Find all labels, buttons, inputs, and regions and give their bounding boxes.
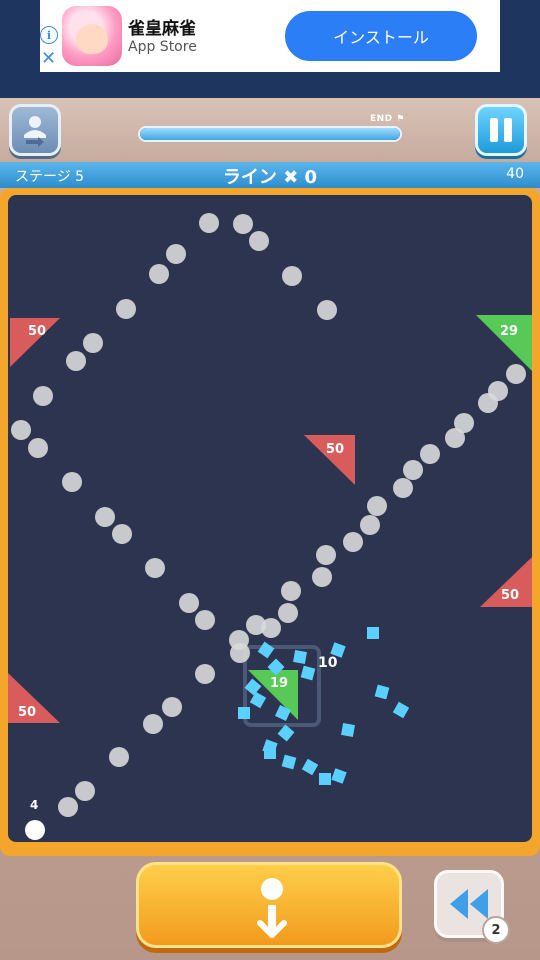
ball	[261, 618, 281, 638]
ball	[316, 545, 336, 565]
ball	[179, 593, 199, 613]
drop-ball-icon	[257, 878, 287, 938]
hit-particle	[244, 678, 262, 696]
hit-particle	[341, 723, 355, 737]
ball	[312, 567, 332, 587]
ball	[145, 558, 165, 578]
rewind-icon	[450, 889, 488, 919]
drop-ball-button[interactable]	[136, 862, 402, 948]
block-right-mid: 50	[480, 557, 532, 607]
hit-particle	[293, 650, 307, 664]
progress-end-label: END ⚑	[370, 114, 405, 124]
block-right-top-value: 29	[500, 324, 518, 339]
ball	[420, 444, 440, 464]
launcher-ball	[25, 820, 45, 840]
ball	[281, 581, 301, 601]
block-right-mid-value: 50	[501, 588, 519, 603]
rewind-count-badge: 2	[482, 916, 510, 944]
ball	[454, 413, 474, 433]
hit-particle	[300, 665, 316, 681]
ball	[62, 472, 82, 492]
block-center-value: 50	[326, 442, 344, 457]
ball	[488, 381, 508, 401]
game-board[interactable]: 50 29 50 50 50 19 10 4	[8, 195, 532, 842]
block-center-green-value: 19	[270, 676, 288, 691]
block-left-bottom: 50	[8, 673, 60, 723]
pause-icon	[490, 118, 498, 142]
score-value: 40	[506, 166, 524, 182]
ball	[393, 478, 413, 498]
stage-progress-bar	[138, 126, 402, 142]
ball	[149, 264, 169, 284]
stage-progress-fill	[140, 128, 400, 140]
block-center: 50	[304, 435, 355, 485]
ball	[112, 524, 132, 544]
ball	[95, 507, 115, 527]
ball	[278, 603, 298, 623]
ball	[230, 643, 250, 663]
ad-app-icon[interactable]	[62, 6, 122, 66]
ball	[199, 213, 219, 233]
board-canvas: 50 29 50 50 50 19 10 4	[8, 213, 532, 840]
ball	[367, 496, 387, 516]
hit-particle	[367, 627, 379, 639]
ad-close-icon[interactable]: ✕	[41, 50, 56, 68]
ad-app-name: 雀皇麻雀	[128, 19, 196, 39]
ball	[109, 747, 129, 767]
block-left-top-value: 50	[28, 324, 46, 339]
player-swap-icon	[24, 116, 46, 147]
ball	[343, 532, 363, 552]
ball	[116, 299, 136, 319]
ball	[195, 664, 215, 684]
ad-banner[interactable]: i ✕ 雀皇麻雀 App Store インストール	[40, 0, 500, 72]
hit-particle	[301, 758, 319, 776]
hit-particle	[238, 707, 250, 719]
ball	[33, 386, 53, 406]
ball	[249, 231, 269, 251]
ball	[317, 300, 337, 320]
ad-install-button[interactable]: インストール	[285, 11, 477, 61]
hit-particle	[257, 641, 275, 659]
ball	[233, 214, 253, 234]
ad-store-label: App Store	[128, 39, 197, 55]
ball	[11, 420, 31, 440]
ball	[58, 797, 78, 817]
ball	[162, 697, 182, 717]
block-right-top: 29	[476, 315, 532, 371]
ball	[506, 364, 526, 384]
hit-particle	[249, 691, 267, 709]
ball	[66, 351, 86, 371]
hit-number: 10	[318, 655, 338, 671]
player-swap-button[interactable]	[9, 104, 61, 156]
hit-particle	[277, 724, 295, 742]
ball-count-label: 4	[30, 798, 38, 812]
ball	[83, 333, 103, 353]
hit-particle	[281, 754, 297, 770]
hit-particle	[319, 773, 331, 785]
ad-info-icon[interactable]: i	[40, 26, 58, 44]
block-left-bottom-value: 50	[18, 705, 36, 720]
ball	[166, 244, 186, 264]
block-left-top: 50	[10, 318, 60, 367]
hit-particle	[331, 768, 347, 784]
stage-bar: ステージ 5 ライン ✖ 0 40	[0, 162, 540, 188]
ball	[143, 714, 163, 734]
hit-particle	[264, 747, 276, 759]
hit-particles	[238, 627, 410, 785]
ball	[360, 515, 380, 535]
ball	[28, 438, 48, 458]
hit-particle	[374, 684, 390, 700]
ball	[403, 460, 423, 480]
pause-button[interactable]	[475, 104, 527, 156]
ball	[195, 610, 215, 630]
line-count-label: ライン ✖ 0	[222, 167, 318, 188]
ball	[75, 781, 95, 801]
hit-particle	[392, 701, 410, 719]
ball	[282, 266, 302, 286]
